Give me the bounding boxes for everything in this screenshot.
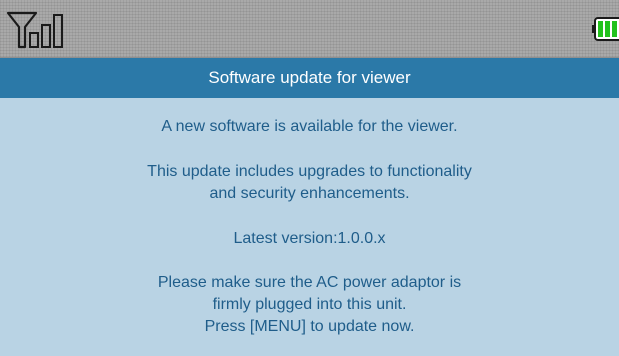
message-available: A new software is available for the view… (161, 118, 458, 135)
signal-strength-icon (6, 11, 63, 49)
dialog-title: Software update for viewer (0, 58, 619, 98)
message-upgrade-line2: and security enhancements. (209, 185, 410, 202)
message-upgrade-info: This update includes upgrades to functio… (0, 161, 619, 205)
instruction-line3: Press [MENU] to update now. (204, 318, 415, 335)
battery-icon (592, 17, 619, 41)
status-bar (0, 0, 619, 58)
latest-version: Latest version:1.0.0.x (233, 230, 386, 247)
message-upgrade-line1: This update includes upgrades to functio… (147, 163, 472, 180)
instruction-line2: firmly plugged into this unit. (212, 296, 407, 313)
instructions: Please make sure the AC power adaptor is… (0, 272, 619, 338)
viewer-screen: Software update for viewer A new softwar… (0, 0, 619, 356)
instruction-line1: Please make sure the AC power adaptor is (157, 274, 462, 291)
